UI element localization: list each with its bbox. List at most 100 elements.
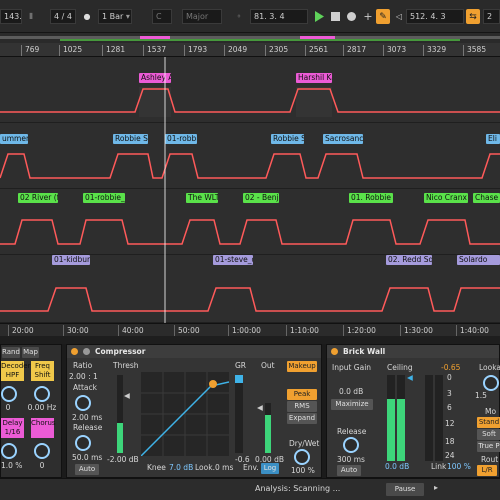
map-button[interactable]: Map — [22, 347, 39, 358]
ceiling-meter-right — [397, 375, 405, 461]
play-icon[interactable] — [312, 9, 326, 24]
automation-envelopes[interactable] — [0, 57, 500, 323]
loop-length-field[interactable]: 2 — [483, 9, 500, 24]
thresh-meter[interactable] — [117, 375, 123, 453]
pause-button[interactable]: Pause — [386, 483, 424, 496]
back-to-arrangement-icon[interactable]: ◁ — [392, 9, 406, 24]
input-gain-value[interactable]: 0.0 dB — [339, 387, 363, 396]
macro-knob[interactable] — [34, 443, 50, 459]
ruler-tick: 3073 — [383, 45, 406, 56]
ruler-tick: 1025 — [59, 45, 82, 56]
quantize-value: 1 Bar — [102, 12, 124, 21]
record-icon[interactable] — [344, 9, 358, 24]
macro-value: 0 — [39, 461, 45, 470]
macro-delay[interactable]: Delay 1/16 — [1, 418, 24, 438]
ruler-tick: 1:20:00 — [343, 325, 376, 336]
forward-icon[interactable]: ▸ — [434, 483, 438, 492]
arrangement-overview[interactable] — [0, 33, 500, 43]
ruler-tick: 3329 — [423, 45, 446, 56]
add-icon[interactable]: + — [361, 9, 375, 24]
peak-button[interactable]: Peak — [287, 389, 317, 400]
out-meter[interactable] — [265, 403, 271, 453]
loop-icon[interactable]: ⇆ — [466, 9, 480, 24]
auto-release-button[interactable]: Auto — [75, 464, 99, 475]
macro-freq-shift[interactable]: Freq Shift — [31, 361, 54, 381]
attack-knob[interactable] — [75, 395, 91, 411]
macro-decoder-hpf[interactable]: Decoder HPF — [1, 361, 30, 381]
release-knob[interactable] — [343, 437, 359, 453]
auto-release-button[interactable]: Auto — [337, 465, 361, 476]
lookahead-value[interactable]: 0 ms — [215, 463, 233, 472]
stop-icon[interactable] — [328, 9, 342, 24]
ceiling-value[interactable]: 0.0 dB — [385, 462, 409, 471]
ruler-tick: 769 — [21, 45, 39, 56]
macro-knob[interactable] — [1, 386, 17, 402]
macro-chorus[interactable]: Chorus — [31, 418, 56, 438]
ruler-tick: 1281 — [102, 45, 125, 56]
status-bar: Analysis: Scanning ... Pause ▸ — [0, 478, 500, 500]
release-value: 300 ms — [337, 455, 365, 464]
mode-truepeak-button[interactable]: True P — [477, 441, 500, 452]
ratio-label: Ratio — [73, 361, 93, 370]
ruler-tick: 30:00 — [63, 325, 89, 336]
ruler-tick: 1:30:00 — [400, 325, 433, 336]
position-field[interactable]: 81. 3. 4 — [250, 9, 308, 24]
compressor-title: Compressor — [67, 345, 321, 358]
loop-start-field[interactable]: 512. 4. 3 — [406, 9, 464, 24]
expand-button[interactable]: Expand — [287, 413, 317, 424]
drywet-knob[interactable] — [294, 449, 310, 465]
key-select[interactable]: C — [152, 9, 172, 24]
transport-bar: 143.00 ⦀ 4 / 4 ● 1 Bar ▾ C Major ◦ 81. 3… — [0, 0, 500, 33]
quantize-select[interactable]: 1 Bar ▾ — [98, 9, 132, 24]
link-icon[interactable]: ◦ — [232, 9, 246, 24]
scale-select[interactable]: Major — [182, 9, 222, 24]
ratio-value[interactable]: 2.00 : 1 — [69, 372, 98, 381]
thresh-arrow-icon[interactable]: ◀ — [124, 391, 130, 400]
lookahead-label: Look. — [195, 463, 215, 472]
ceiling-arrow-icon[interactable]: ◀ — [407, 373, 413, 382]
rms-button[interactable]: RMS — [287, 401, 317, 412]
tempo-field[interactable]: 143.00 — [0, 9, 22, 24]
rand-button[interactable]: Rand — [2, 347, 20, 358]
gr-meter — [435, 375, 443, 461]
beat-time-ruler[interactable]: 769 1025 1281 1537 1793 2049 2305 2561 2… — [0, 43, 500, 57]
device-power-icon[interactable] — [331, 348, 338, 355]
time-ruler[interactable]: 20:00 30:00 40:00 50:00 1:00:00 1:10:00 … — [0, 323, 500, 336]
device-power-icon[interactable] — [71, 348, 78, 355]
ruler-tick: 50:00 — [174, 325, 200, 336]
arrangement-view[interactable]: Ashley A Harshil Kar ummer M Robbie Se 0… — [0, 57, 500, 323]
scale-tick: 18 — [445, 437, 455, 446]
ruler-tick: 40:00 — [118, 325, 144, 336]
time-signature-field[interactable]: 4 / 4 — [50, 9, 76, 24]
ruler-tick: 1:00:00 — [228, 325, 261, 336]
knee-value[interactable]: 7.0 dB — [169, 463, 193, 472]
out-arrow-icon[interactable]: ◀ — [257, 403, 263, 412]
gr-label: GR — [235, 361, 247, 370]
macro-knob[interactable] — [1, 443, 17, 459]
makeup-button[interactable]: Makeup — [287, 361, 317, 372]
automation-arm-icon[interactable]: ✎ — [376, 9, 390, 24]
lookahead-knob[interactable] — [483, 375, 499, 391]
macro-value: 0 — [5, 403, 11, 412]
device-fold-icon[interactable] — [83, 348, 90, 355]
link-value[interactable]: 100 % — [447, 462, 471, 471]
env-log-button[interactable]: Log — [261, 463, 279, 474]
macro-value: 0.00 Hz — [27, 403, 57, 412]
threshold-handle — [209, 380, 217, 388]
release-knob[interactable] — [75, 435, 91, 451]
tap-icon[interactable]: ⦀ — [24, 9, 38, 24]
mode-soft-button[interactable]: Soft — [477, 429, 500, 440]
transfer-curve-graph[interactable] — [141, 372, 229, 456]
env-label: Env. — [243, 463, 259, 472]
drywet-label: Dry/Wet — [289, 439, 320, 448]
scale-tick: 12 — [445, 419, 455, 428]
routing-lr-button[interactable]: L/R — [477, 465, 497, 476]
maximize-button[interactable]: Maximize — [331, 399, 373, 410]
ruler-tick: 1:40:00 — [456, 325, 489, 336]
limiter-device: Brick Wall Input Gain 0.0 dB Maximize Re… — [326, 344, 500, 478]
macro-knob[interactable] — [34, 386, 50, 402]
ruler-tick: 1537 — [143, 45, 166, 56]
metronome-icon[interactable]: ● — [80, 9, 94, 24]
mode-standard-button[interactable]: Stand — [477, 417, 500, 428]
chevron-down-icon: ▾ — [125, 12, 130, 21]
